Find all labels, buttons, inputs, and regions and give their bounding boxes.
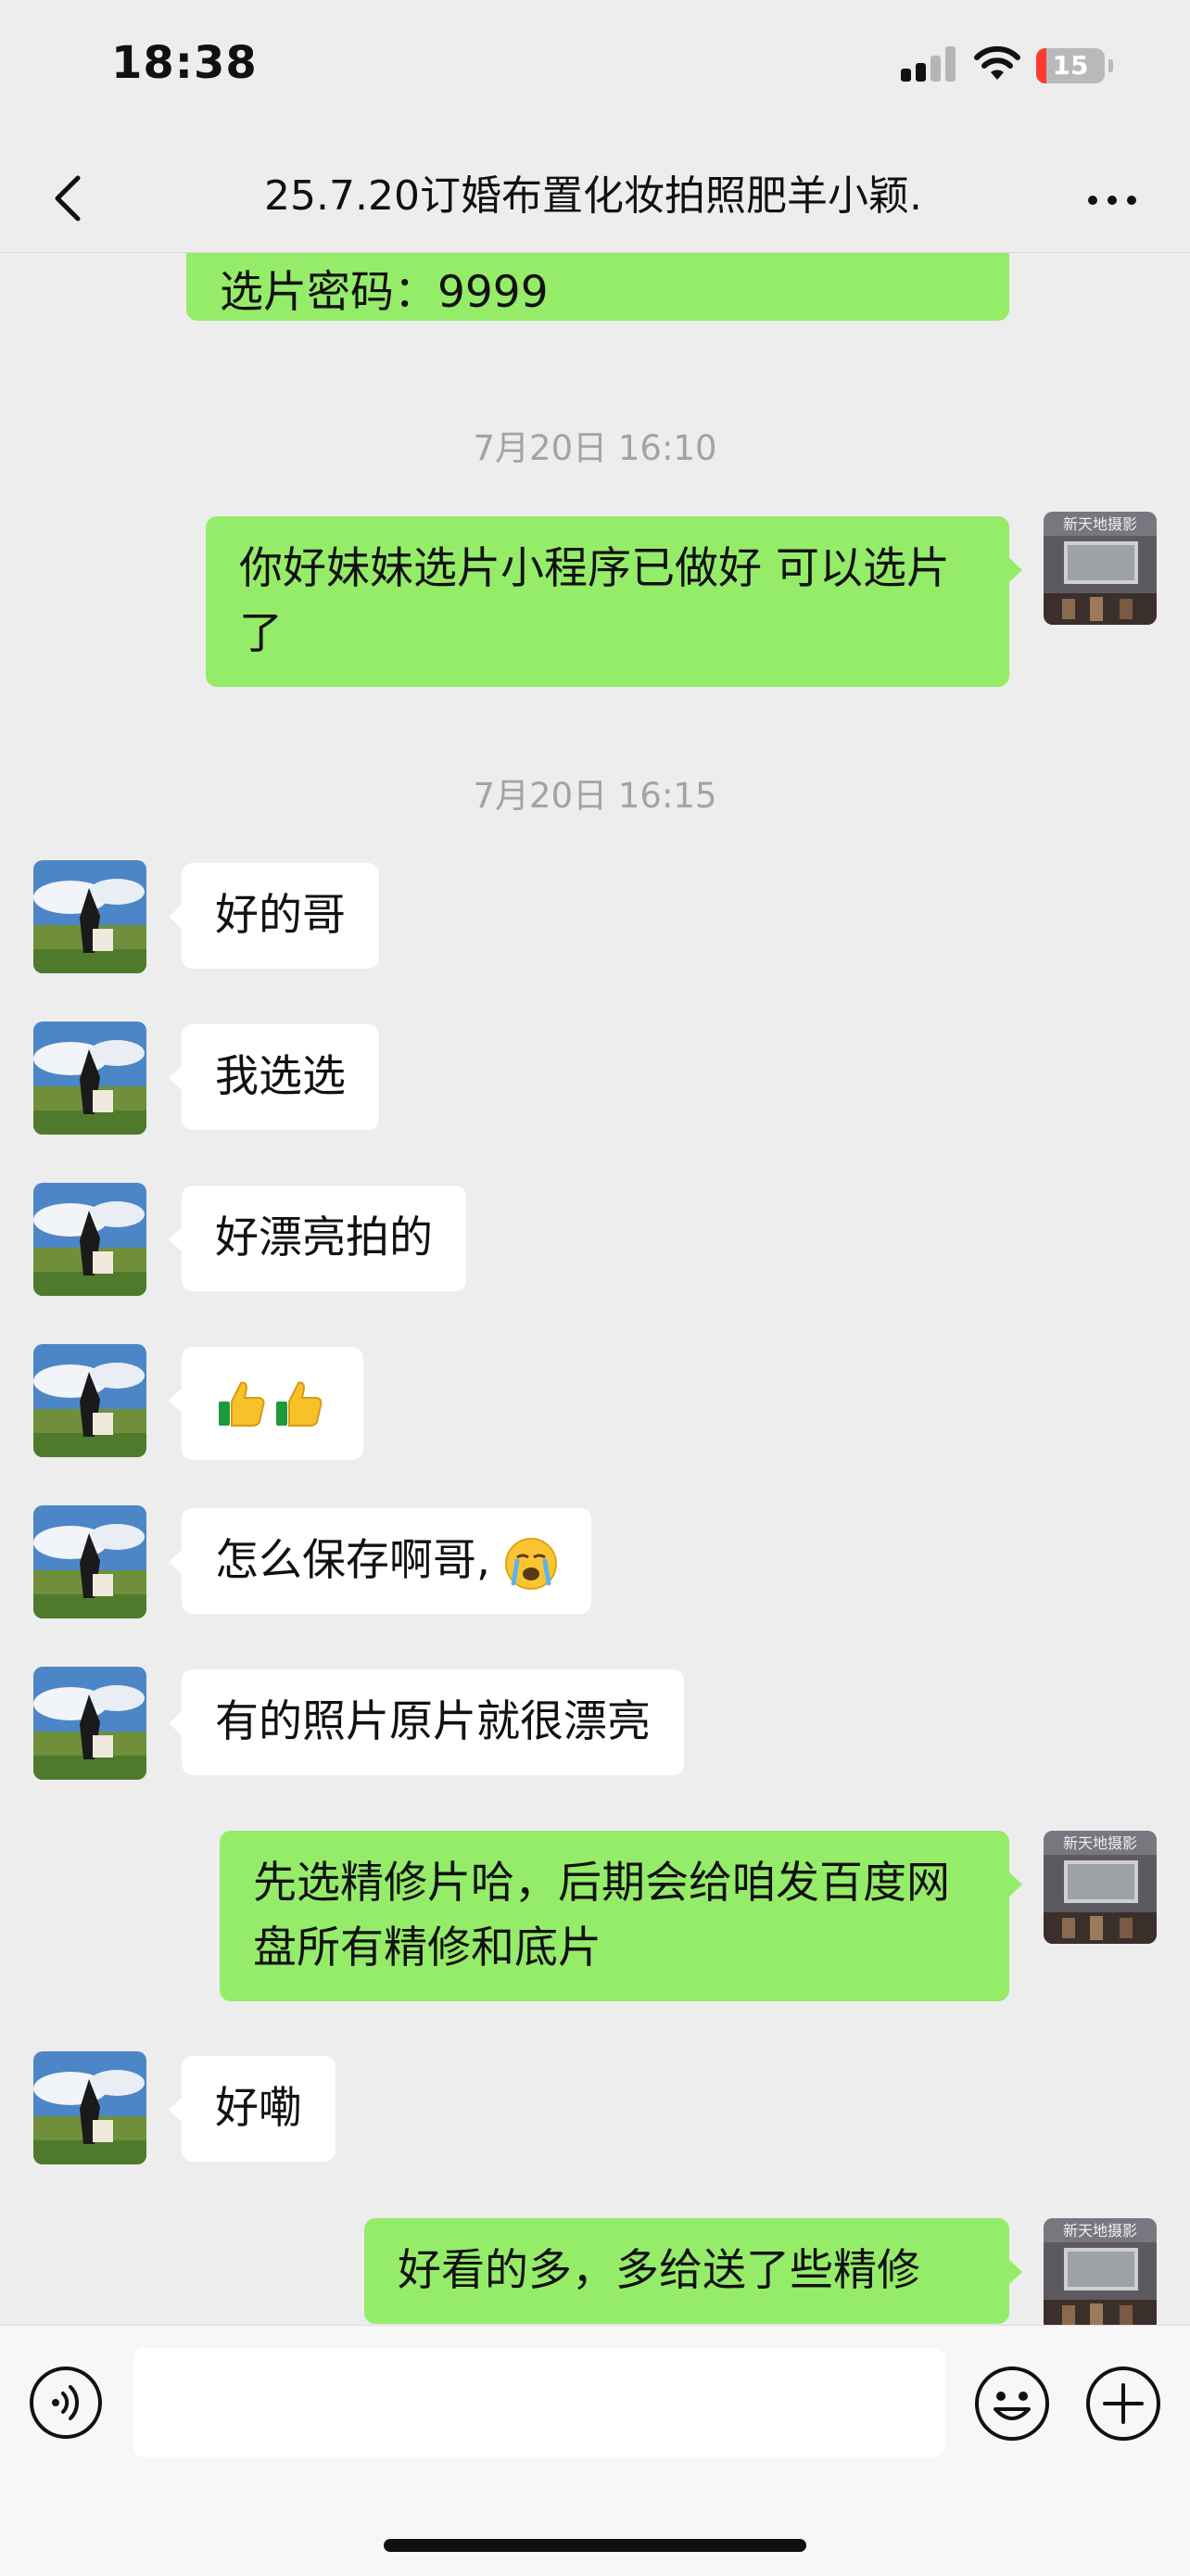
message-text: 选片密码：9999 bbox=[220, 267, 549, 318]
status-bar: 18:38 15 bbox=[0, 0, 1190, 139]
message-bubble[interactable]: 选片密码：9999 bbox=[186, 253, 1009, 321]
chevron-left-icon[interactable] bbox=[33, 161, 108, 235]
message-text: 有的照片原片就很漂亮 bbox=[215, 1696, 651, 1747]
avatar-contact[interactable] bbox=[33, 1344, 146, 1457]
message-bubble[interactable]: 你好妹妹选片小程序已做好 可以选片了 bbox=[206, 516, 1022, 687]
input-bar bbox=[0, 2325, 1190, 2576]
avatar-studio[interactable]: 新天地摄影 bbox=[1044, 512, 1157, 625]
voice-icon[interactable] bbox=[28, 2365, 104, 2441]
battery-cap bbox=[1108, 59, 1113, 72]
message-text: 好嘞 bbox=[215, 2083, 302, 2134]
message-bubble[interactable]: 先选精修片哈，后期会给咱发百度网盘所有精修和底片 bbox=[220, 1831, 1022, 2001]
message-text: 你好妹妹选片小程序已做好 可以选片了 bbox=[239, 543, 950, 659]
message-bubble[interactable]: 有的照片原片就很漂亮 bbox=[169, 1669, 684, 1775]
smile-icon[interactable] bbox=[973, 2365, 1051, 2443]
message-bubble[interactable]: 怎么保存啊哥, bbox=[169, 1508, 591, 1614]
message-text: 好看的多，多给送了些精修 bbox=[398, 2245, 920, 2296]
avatar-contact[interactable] bbox=[33, 860, 146, 973]
message-bubble[interactable] bbox=[169, 1347, 363, 1460]
message-bubble[interactable]: 好嘞 bbox=[169, 2056, 335, 2162]
wifi-icon bbox=[974, 45, 1020, 80]
avatar-studio-text: 新天地摄影 bbox=[1063, 1834, 1137, 1852]
avatar-contact[interactable] bbox=[33, 1505, 146, 1618]
message-input[interactable] bbox=[133, 2348, 945, 2457]
chat-message-list[interactable]: 选片密码：9999 7月20日 16:10 你好妹妹选片小程序已做好 可以选片了… bbox=[0, 253, 1190, 2325]
avatar-studio-text: 新天地摄影 bbox=[1063, 2222, 1137, 2240]
message-text: 好漂亮拍的 bbox=[215, 1212, 433, 1263]
message-bubble[interactable]: 好的哥 bbox=[169, 863, 379, 969]
message-bubble[interactable]: 我选选 bbox=[169, 1024, 379, 1130]
message-text: 我选选 bbox=[215, 1051, 346, 1102]
crying-face-icon bbox=[504, 1537, 557, 1590]
avatar-studio[interactable]: 新天地摄影 bbox=[1044, 1831, 1157, 1944]
avatar-studio[interactable]: 新天地摄影 bbox=[1044, 2218, 1157, 2325]
battery-level: 15 bbox=[1052, 50, 1089, 81]
thumbs-up-icon bbox=[276, 1381, 323, 1427]
message-bubble[interactable]: 好漂亮拍的 bbox=[169, 1186, 466, 1291]
timestamp-label: 7月20日 16:15 bbox=[473, 776, 717, 816]
message-text: 怎么保存啊哥, bbox=[215, 1535, 490, 1586]
thumbs-up-icon bbox=[219, 1381, 265, 1427]
message-bubble[interactable]: 好看的多，多给送了些精修 bbox=[364, 2218, 1022, 2324]
avatar-contact[interactable] bbox=[33, 1183, 146, 1296]
message-text: 好的哥 bbox=[215, 890, 346, 941]
avatar-contact[interactable] bbox=[33, 2051, 146, 2164]
chat-header: 25.7.20订婚布置化妆拍照肥羊小颖. bbox=[0, 139, 1190, 253]
more-dots-icon[interactable] bbox=[1075, 161, 1149, 235]
avatar-contact[interactable] bbox=[33, 1022, 146, 1135]
chat-title: 25.7.20订婚布置化妆拍照肥羊小颖. bbox=[264, 172, 922, 220]
message-text: 先选精修片哈，后期会给咱发百度网盘所有精修和底片 bbox=[253, 1858, 950, 1973]
battery-icon: 15 bbox=[1036, 48, 1105, 83]
signal-icon bbox=[901, 44, 958, 82]
home-indicator[interactable] bbox=[384, 2539, 806, 2552]
avatar-studio-text: 新天地摄影 bbox=[1063, 515, 1137, 533]
avatar-contact[interactable] bbox=[33, 1667, 146, 1780]
status-time: 18:38 bbox=[111, 37, 258, 89]
plus-circle-icon[interactable] bbox=[1084, 2365, 1162, 2443]
timestamp-label: 7月20日 16:10 bbox=[473, 428, 717, 468]
